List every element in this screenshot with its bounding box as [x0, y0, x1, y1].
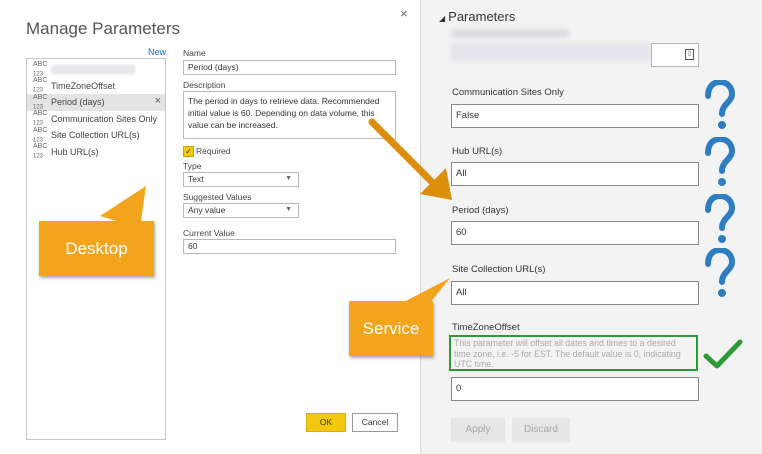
field-label: Communication Sites Only [452, 87, 564, 98]
text-type-icon: ABC 123 [33, 110, 48, 127]
description-label: Description [183, 80, 226, 90]
communication-sites-field[interactable]: False [451, 104, 699, 128]
apply-button[interactable]: Apply [451, 418, 505, 442]
delete-icon[interactable]: × [155, 95, 161, 107]
field-label: Site Collection URL(s) [452, 264, 546, 275]
desktop-callout: Desktop [39, 221, 154, 276]
blurred-parameter-name [51, 64, 135, 74]
new-parameter-link[interactable]: New [148, 47, 166, 57]
list-item-label: Communication Sites Only [51, 113, 158, 124]
text-type-icon: ABC 123 [33, 93, 48, 110]
required-label: Required [196, 146, 231, 156]
name-label: Name [183, 48, 206, 58]
dialog-title: Manage Parameters [26, 19, 181, 38]
list-item[interactable]: ABC 123 TimeZoneOffset [27, 77, 165, 95]
blurred-label [451, 29, 569, 38]
text-type-icon: ABC 123 [33, 126, 48, 143]
type-select[interactable]: Text ▼ [183, 172, 299, 187]
blurred-input [451, 43, 651, 61]
chevron-down-icon: ▼ [285, 206, 292, 213]
check-mark-icon [703, 339, 743, 369]
field-label: Hub URL(s) [452, 146, 503, 157]
list-item-label: Hub URL(s) [51, 146, 99, 157]
discard-button[interactable]: Discard [512, 418, 570, 442]
type-label: Type [183, 161, 202, 171]
cancel-button[interactable]: Cancel [352, 413, 398, 432]
list-item[interactable]: ABC 123 Hub URL(s) [27, 143, 165, 161]
suggested-values-label: Suggested Values [183, 192, 252, 202]
text-type-icon: ABC 123 [33, 60, 48, 77]
period-days-field[interactable]: 60 [451, 221, 699, 245]
collapse-triangle-icon: ◢ [439, 14, 446, 23]
field-label: TimeZoneOffset [452, 322, 520, 333]
question-mark-icon [705, 194, 736, 243]
question-mark-icon [705, 137, 736, 186]
chevron-down-icon: ▼ [285, 175, 292, 182]
list-item-selected[interactable]: ABC 123 Period (days) × [27, 94, 165, 111]
list-item[interactable]: ABC 123 [27, 61, 165, 78]
site-collection-urls-field[interactable]: All [451, 281, 699, 305]
current-value-label: Current Value [183, 228, 235, 238]
question-mark-icon [705, 80, 736, 129]
pane-title[interactable]: ◢ Parameters [439, 9, 515, 24]
suggested-values-select[interactable]: Any value ▼ [183, 203, 299, 218]
service-callout: Service [349, 301, 433, 356]
current-value-field[interactable]: 60 [183, 239, 396, 254]
hub-urls-field[interactable]: All [451, 162, 699, 186]
close-icon[interactable]: × [400, 6, 408, 21]
text-type-icon: ABC 123 [33, 77, 48, 94]
list-item-label: Site Collection URL(s) [51, 130, 140, 141]
required-checkbox[interactable]: ✓ [183, 146, 194, 157]
name-field[interactable]: Period (days) [183, 60, 396, 75]
list-item[interactable]: ABC 123 Communication Sites Only [27, 110, 165, 128]
list-item-label: Period (days) [51, 97, 105, 108]
ok-button[interactable]: OK [306, 413, 346, 432]
field-label: Period (days) [452, 205, 509, 216]
list-item[interactable]: ABC 123 Site Collection URL(s) [27, 127, 165, 144]
calendar-icon[interactable]: ▯ [685, 49, 694, 60]
text-type-icon: ABC 123 [33, 143, 48, 160]
timezone-offset-field[interactable]: 0 [451, 377, 699, 401]
question-mark-icon [705, 248, 736, 297]
timezone-description: This parameter will offset all dates and… [449, 335, 698, 371]
description-field[interactable]: The period in days to retrieve data. Rec… [183, 91, 396, 139]
list-item-label: TimeZoneOffset [51, 80, 116, 91]
